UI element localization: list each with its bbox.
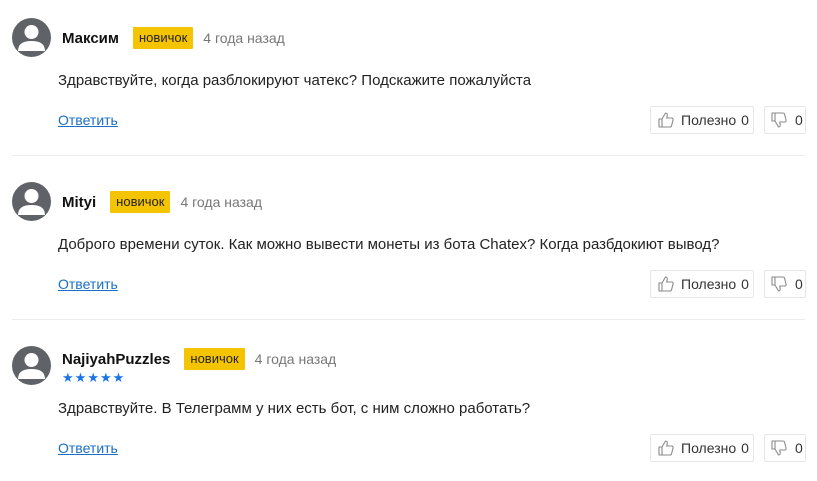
rating-stars: ★ ★ ★ ★ ★ — [62, 370, 125, 385]
thumbs-down-icon — [770, 275, 788, 293]
dislike-count: 0 — [795, 112, 803, 128]
comment-header: NajiyahPuzzles новичок 4 года назад — [62, 348, 336, 370]
dislike-count: 0 — [795, 276, 803, 292]
useful-count: 0 — [741, 276, 749, 292]
dislike-button[interactable]: 0 — [764, 434, 806, 462]
thumbs-down-icon — [770, 111, 788, 129]
rank-badge: новичок — [133, 27, 194, 49]
thumbs-down-icon — [770, 439, 788, 457]
rank-badge: новичок — [184, 348, 245, 370]
rank-badge: новичок — [110, 191, 171, 213]
comment-header: Mityi новичок 4 года назад — [62, 191, 262, 213]
useful-button[interactable]: Полезно 0 — [650, 434, 754, 462]
useful-count: 0 — [741, 440, 749, 456]
user-avatar-icon[interactable] — [12, 18, 51, 57]
comment-divider — [12, 319, 805, 320]
reply-link[interactable]: Ответить — [58, 276, 118, 292]
useful-label: Полезно — [681, 112, 737, 128]
dislike-button[interactable]: 0 — [764, 270, 806, 298]
star-icon: ★ — [99, 370, 112, 385]
comment-divider — [12, 155, 805, 156]
useful-count: 0 — [741, 112, 749, 128]
comment-text: Здравствуйте. В Телеграмм у них есть бот… — [58, 400, 531, 417]
thumbs-up-icon — [657, 275, 675, 293]
useful-button[interactable]: Полезно 0 — [650, 106, 754, 134]
author-name[interactable]: NajiyahPuzzles — [62, 351, 170, 368]
reply-link[interactable]: Ответить — [58, 112, 118, 128]
comment-timestamp: 4 года назад — [254, 351, 337, 367]
thumbs-up-icon — [657, 439, 675, 457]
star-icon: ★ — [74, 370, 87, 385]
comment-timestamp: 4 года назад — [203, 30, 285, 46]
star-icon: ★ — [62, 370, 74, 385]
comment-text: Здравствуйте, когда разблокируют чатекс?… — [58, 72, 532, 89]
comment-header: Максим новичок 4 года назад — [62, 27, 285, 49]
star-icon: ★ — [87, 370, 99, 385]
reply-link[interactable]: Ответить — [58, 440, 118, 456]
user-avatar-icon[interactable] — [12, 346, 51, 385]
thumbs-up-icon — [657, 111, 675, 129]
useful-button[interactable]: Полезно 0 — [650, 270, 754, 298]
star-icon: ★ — [112, 370, 125, 385]
comment-timestamp: 4 года назад — [180, 194, 262, 210]
comment-text: Доброго времени суток. Как можно вывести… — [58, 236, 720, 253]
dislike-button[interactable]: 0 — [764, 106, 806, 134]
author-name[interactable]: Mityi — [62, 194, 96, 211]
author-name[interactable]: Максим — [62, 30, 119, 47]
useful-label: Полезно — [681, 440, 737, 456]
useful-label: Полезно — [681, 276, 737, 292]
dislike-count: 0 — [795, 440, 803, 456]
user-avatar-icon[interactable] — [12, 182, 51, 221]
comments-list: Максим новичок 4 года назад Здравствуйте… — [0, 0, 817, 481]
